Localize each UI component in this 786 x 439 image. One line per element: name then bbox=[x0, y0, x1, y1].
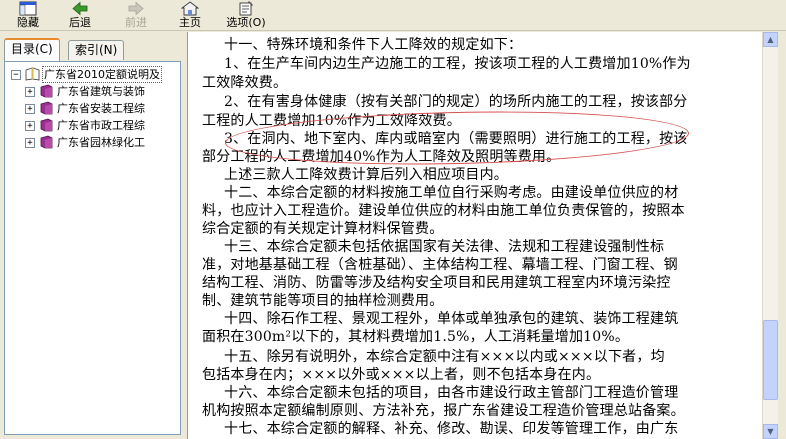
content-line: 上述三款人工降效费计算后列入相应项目内。 bbox=[224, 167, 508, 183]
content-line: 结构工程、消防、防雷等涉及结构安全项目和民用建筑工程室内环境污染控 bbox=[202, 275, 671, 291]
content-line: 料，也应计入工程造价。建设单位供应的材料由施工单位负责保管的，按照本 bbox=[202, 203, 685, 219]
tree-item-label: 广东省园林绿化工 bbox=[57, 136, 145, 149]
scroll-up-button[interactable]: ▲ bbox=[763, 32, 778, 47]
back-label: 后退 bbox=[69, 16, 91, 29]
book-icon bbox=[40, 135, 53, 149]
navigation-pane: 目录(C) 索引(N) − 广东省2010定额说明及 + 广东省建筑与装饰 + bbox=[0, 32, 183, 439]
back-button[interactable]: 后退 bbox=[52, 0, 108, 30]
book-icon bbox=[40, 101, 53, 115]
content-line: 十一、特殊环境和条件下人工降效的规定如下： bbox=[224, 37, 523, 53]
vertical-scrollbar[interactable]: ▲ ▼ bbox=[762, 32, 779, 439]
tab-contents[interactable]: 目录(C) bbox=[4, 38, 60, 62]
content-line: 十三、本综合定额未包括依据国家有关法律、法规和工程建设强制性标 bbox=[224, 239, 665, 255]
content-line: 面积在300m²以下的，其材料费增加1.5%，人工消耗量增加10%。 bbox=[202, 329, 630, 345]
scroll-thumb[interactable] bbox=[763, 320, 778, 400]
expand-icon[interactable]: + bbox=[25, 138, 35, 148]
expand-icon[interactable]: + bbox=[25, 121, 35, 131]
window-edge bbox=[778, 32, 786, 439]
content-line: 综合定额的有关规定计算材料保管费。 bbox=[202, 221, 444, 237]
back-arrow-icon bbox=[72, 1, 88, 16]
content-line: 1、在生产车间内边生产边施工的工程，按该项工程的人工费增加10%作为 bbox=[224, 56, 691, 72]
tree-item-1[interactable]: + 广东省建筑与装饰 bbox=[5, 83, 180, 100]
forward-button[interactable]: 前进 bbox=[108, 0, 164, 30]
content-line: 工程的人工费增加10%作为工效降效费。 bbox=[202, 113, 461, 129]
tree-item-label: 广东省市政工程综 bbox=[57, 119, 145, 132]
content-line: 制、建筑节能等项目的抽样检测费用。 bbox=[202, 293, 444, 309]
content-line: 机构按照本定额编制原则、方法补充，报广东省建设工程造价管理总站备案。 bbox=[202, 403, 685, 419]
tree-item-3[interactable]: + 广东省市政工程综 bbox=[5, 117, 180, 134]
content-line: 2、在有害身体健康（按有关部门的规定）的场所内施工的工程，按该部分 bbox=[224, 94, 688, 110]
content-line: 准，对地基基础工程（含桩基础）、主体结构工程、幕墙工程、门窗工程、钢 bbox=[202, 257, 678, 273]
tree-item-4[interactable]: + 广东省园林绿化工 bbox=[5, 134, 180, 151]
forward-label: 前进 bbox=[125, 16, 147, 29]
contents-tree: − 广东省2010定额说明及 + 广东省建筑与装饰 + 广东省安装工程综 + 广… bbox=[4, 61, 181, 435]
options-icon bbox=[239, 1, 253, 16]
content-line: 十四、除石作工程、景观工程外，单体或单独承包的建筑、装饰工程建筑 bbox=[224, 311, 679, 327]
expand-icon[interactable]: + bbox=[25, 87, 35, 97]
book-icon bbox=[40, 84, 53, 98]
content-line: 十七、本综合定额的解释、补充、修改、勘误、印发等管理工作，由广东 bbox=[224, 421, 679, 437]
tree-item-label: 广东省建筑与装饰 bbox=[57, 85, 145, 98]
hide-button[interactable]: 隐藏 bbox=[0, 0, 56, 30]
tree-root[interactable]: − 广东省2010定额说明及 bbox=[5, 66, 180, 83]
content-line: 十二、本综合定额的材料按施工单位自行采购考虑。由建设单位供应的材 bbox=[224, 185, 679, 201]
toolbar: 隐藏 后退 前进 主页 选项(O) bbox=[0, 0, 786, 31]
tree-root-label: 广东省2010定额说明及 bbox=[42, 66, 162, 83]
home-button[interactable]: 主页 bbox=[162, 0, 218, 30]
home-icon bbox=[181, 1, 199, 16]
hide-label: 隐藏 bbox=[17, 16, 39, 29]
topic-content: 十一、特殊环境和条件下人工降效的规定如下： 1、在生产车间内边生产边施工的工程，… bbox=[187, 32, 763, 439]
tab-index[interactable]: 索引(N) bbox=[68, 40, 125, 60]
content-line: 十五、除另有说明外，本综合定额中注有×××以内或×××以下者，均 bbox=[224, 349, 665, 365]
open-book-icon bbox=[25, 67, 40, 81]
options-button[interactable]: 选项(O) bbox=[218, 0, 274, 30]
book-icon bbox=[40, 118, 53, 132]
content-line: 3、在洞内、地下室内、库内或暗室内（需要照明）进行施工的工程，按该 bbox=[224, 131, 688, 147]
tree-item-label: 广东省安装工程综 bbox=[57, 102, 145, 115]
nav-tabs: 目录(C) 索引(N) bbox=[4, 38, 180, 62]
content-line: 工效降效费。 bbox=[202, 75, 288, 91]
content-line: 十六、本综合定额未包括的项目，由各市建设行政主管部门工程造价管理 bbox=[224, 385, 679, 401]
scroll-down-button[interactable]: ▼ bbox=[763, 424, 778, 439]
hide-pane-icon bbox=[19, 1, 37, 16]
collapse-icon[interactable]: − bbox=[11, 70, 21, 80]
expand-icon[interactable]: + bbox=[25, 104, 35, 114]
options-label: 选项(O) bbox=[226, 16, 266, 29]
content-line: 部分工程的人工费增加40%作为人工降效及照明等费用。 bbox=[202, 149, 561, 165]
tree-item-2[interactable]: + 广东省安装工程综 bbox=[5, 100, 180, 117]
content-line: 包括本身在内；×××以外或×××以上者，则不包括本身在内。 bbox=[202, 367, 601, 383]
forward-arrow-icon bbox=[128, 1, 144, 16]
home-label: 主页 bbox=[179, 16, 201, 29]
